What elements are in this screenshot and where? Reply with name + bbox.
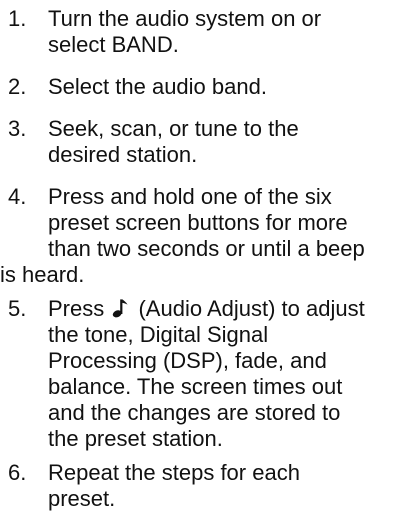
step-text-line: Repeat the steps for each	[48, 460, 300, 485]
step-text: Press and hold one of the six preset scr…	[0, 184, 396, 288]
step-text: Seek, scan, or tune to the desired stati…	[48, 116, 396, 168]
step-text-line: select BAND.	[48, 32, 179, 57]
step-text-line: Turn the audio system on or	[48, 6, 322, 31]
step-text-line: the preset station.	[48, 426, 223, 451]
step-text-line: Press and hold one of the six	[48, 184, 332, 209]
step-text-line: balance. The screen times out	[48, 374, 343, 399]
step-text-fragment: (Audio Adjust) to adjust	[132, 296, 365, 321]
step-text-line: Seek, scan, or tune to the	[48, 116, 299, 141]
step-number: 6.	[8, 460, 27, 485]
step-text-line: and the changes are stored to	[48, 400, 341, 425]
step-number: 2.	[8, 74, 27, 99]
music-note-icon	[113, 299, 128, 318]
step-text: Press (Audio Adjust) to adjust the tone,…	[48, 296, 396, 452]
step-text-line: than two seconds or until a beep	[48, 236, 365, 261]
step-number: 5.	[8, 296, 27, 321]
step-text-line: preset screen buttons for more	[48, 210, 348, 235]
step-number: 1.	[8, 6, 27, 31]
step-text-line: desired station.	[48, 142, 198, 167]
step-text-line: is heard.	[0, 262, 85, 287]
step-text-line: Processing (DSP), fade, and	[48, 348, 327, 373]
step-text-line: the tone, Digital Signal	[48, 322, 269, 347]
step-text-line: preset.	[48, 486, 116, 511]
step-text: Select the audio band.	[48, 74, 396, 100]
step-text-fragment: Press	[48, 296, 111, 321]
step-text: Turn the audio system on or select BAND.	[48, 6, 396, 58]
numbered-steps-list: 1. Turn the audio system on or select BA…	[0, 0, 400, 517]
step-number: 4.	[8, 184, 27, 209]
step-text-line: Select the audio band.	[48, 74, 267, 99]
step-text: Repeat the steps for each preset.	[48, 460, 396, 512]
step-number: 3.	[8, 116, 27, 141]
step-text-line-with-icon: Press (Audio Adjust) to adjust	[48, 296, 396, 322]
